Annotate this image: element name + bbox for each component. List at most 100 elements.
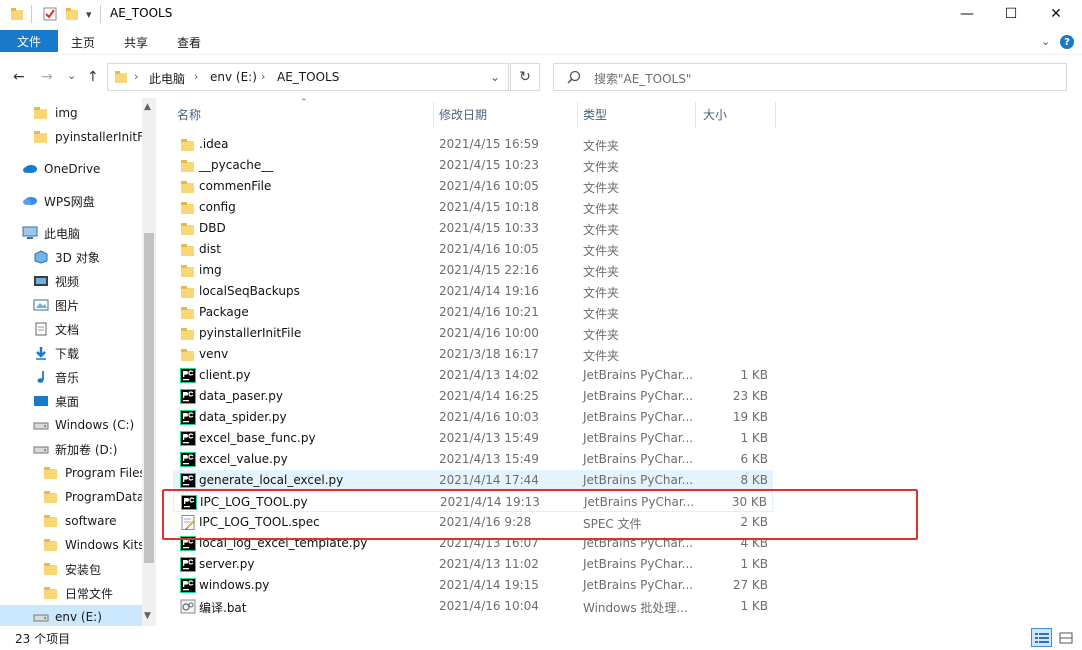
file-row[interactable]: localSeqBackups 2021/4/14 19:16 文件夹 (173, 281, 773, 302)
column-divider[interactable] (775, 102, 776, 128)
folder-icon (43, 490, 59, 504)
file-row[interactable]: data_paser.py 2021/4/14 16:25 JetBrains Py… (173, 386, 773, 407)
file-row[interactable]: dist 2021/4/16 10:05 文件夹 (173, 239, 773, 260)
new-folder-icon[interactable] (65, 5, 79, 23)
file-row[interactable]: data_spider.py 2021/4/16 10:03 JetBrains P… (173, 407, 773, 428)
file-row[interactable]: img 2021/4/15 22:16 文件夹 (173, 260, 773, 281)
file-row[interactable]: server.py 2021/4/13 11:02 JetBrains PyChar… (173, 554, 773, 575)
sidebar-item[interactable]: Windows (C:) (0, 413, 142, 437)
file-name: .idea (199, 137, 229, 151)
file-size: 4 KB (740, 536, 768, 550)
minimize-button[interactable]: — (944, 0, 990, 28)
file-type: JetBrains PyChar... (583, 431, 694, 445)
file-row[interactable]: generate_local_excel.py 2021/4/14 17:44 Je… (173, 470, 773, 491)
column-header-type[interactable]: 类型 (577, 98, 695, 130)
forward-button[interactable]: → (41, 69, 53, 85)
file-size: 2 KB (740, 515, 768, 529)
breadcrumb-separator[interactable]: › (194, 70, 198, 83)
properties-icon[interactable] (42, 5, 58, 23)
scroll-down-icon[interactable]: ▼ (144, 611, 151, 621)
scroll-up-icon[interactable]: ▲ (144, 102, 151, 112)
breadcrumb-separator[interactable]: › (134, 70, 138, 83)
sidebar-item[interactable]: env (E:) (0, 605, 142, 626)
tab-share[interactable]: 共享 (124, 34, 148, 51)
sidebar-item[interactable]: pyinstallerInitFi (0, 125, 147, 149)
file-row[interactable]: excel_value.py 2021/4/13 15:49 JetBrains P… (173, 449, 773, 470)
folder-icon (180, 158, 196, 173)
file-row[interactable]: client.py 2021/4/13 14:02 JetBrains PyChar… (173, 365, 773, 386)
sidebar-item[interactable]: OneDrive (0, 157, 142, 181)
sidebar-item[interactable]: 日常文件 (0, 581, 142, 605)
sidebar-item[interactable]: 此电脑 (0, 221, 142, 245)
ribbon-collapse-icon[interactable]: ⌄ (1041, 35, 1050, 48)
file-name: commenFile (199, 179, 272, 193)
quick-access-dropdown-icon[interactable]: ▾ (86, 5, 92, 23)
file-type: 文件夹 (583, 244, 620, 258)
scrollbar-thumb[interactable] (144, 233, 154, 563)
file-row[interactable]: windows.py 2021/4/14 19:15 JetBrains PyCha… (173, 575, 773, 596)
file-row[interactable]: commenFile 2021/4/16 10:05 文件夹 (173, 176, 773, 197)
close-button[interactable]: ✕ (1033, 0, 1079, 28)
column-header-size[interactable]: 大小 (697, 98, 775, 130)
column-header-date[interactable]: 修改日期 (433, 98, 577, 130)
column-divider[interactable] (695, 102, 696, 128)
sidebar-item[interactable]: Windows Kits (0, 533, 145, 557)
pycharm-file-icon (181, 495, 197, 510)
file-row[interactable]: excel_base_func.py 2021/4/13 15:49 JetBrai… (173, 428, 773, 449)
file-row[interactable]: pyinstallerInitFile 2021/4/16 10:00 文件夹 (173, 323, 773, 344)
sidebar-item[interactable]: software (0, 509, 142, 533)
file-row[interactable]: __pycache__ 2021/4/15 10:23 文件夹 (173, 155, 773, 176)
sidebar-item[interactable]: WPS网盘 (0, 189, 142, 213)
sidebar-item[interactable]: img (0, 101, 142, 125)
file-row[interactable]: config 2021/4/15 10:18 文件夹 (173, 197, 773, 218)
sidebar-item[interactable]: 安装包 (0, 557, 142, 581)
sidebar-item[interactable]: 音乐 (0, 365, 142, 389)
sidebar-item[interactable]: 图片 (0, 293, 142, 317)
picture-icon (33, 298, 49, 312)
window-title: AE_TOOLS (110, 6, 173, 20)
breadcrumb-separator[interactable]: › (261, 70, 265, 83)
address-dropdown-icon[interactable]: ⌄ (490, 70, 500, 84)
file-row[interactable]: DBD 2021/4/15 10:33 文件夹 (173, 218, 773, 239)
file-row[interactable]: IPC_LOG_TOOL.py 2021/4/14 19:13 JetBrains … (173, 491, 773, 512)
file-row[interactable]: Package 2021/4/16 10:21 文件夹 (173, 302, 773, 323)
file-name: dist (199, 242, 221, 256)
tab-view[interactable]: 查看 (177, 34, 201, 51)
sidebar-item[interactable]: 新加卷 (D:) (0, 437, 142, 461)
help-icon[interactable]: ? (1060, 35, 1074, 49)
sidebar-item[interactable]: 文档 (0, 317, 142, 341)
sidebar-item[interactable]: 下载 (0, 341, 142, 365)
address-bar[interactable]: › 此电脑 › env (E:) › AE_TOOLS ⌄ (107, 63, 509, 91)
sidebar-item[interactable]: 视频 (0, 269, 142, 293)
file-row[interactable]: venv 2021/3/18 16:17 文件夹 (173, 344, 773, 365)
refresh-button[interactable]: ↻ (510, 63, 540, 91)
column-header-name[interactable]: 名称 (171, 98, 435, 130)
sidebar-item-label: 桌面 (55, 394, 80, 409)
file-row[interactable]: local_log_excel_template.py 2021/4/13 16:… (173, 533, 773, 554)
tab-file[interactable]: 文件 (0, 30, 58, 52)
up-button[interactable]: ↑ (87, 69, 99, 85)
sidebar-scrollbar[interactable]: ▲ ▼ (142, 98, 156, 626)
sidebar-item[interactable]: Program Files (0, 461, 146, 485)
large-icons-view-button[interactable] (1055, 628, 1076, 647)
wps-cloud-icon (22, 194, 38, 208)
tab-home[interactable]: 主页 (71, 34, 95, 51)
file-row[interactable]: 编译.bat 2021/4/16 10:04 Windows 批处理... 1 KB (173, 596, 773, 617)
details-view-button[interactable] (1031, 628, 1052, 647)
sidebar-item[interactable]: 桌面 (0, 389, 142, 413)
breadcrumb-this-pc[interactable]: 此电脑 (149, 70, 185, 87)
folder-icon (180, 284, 196, 299)
breadcrumb-env-drive[interactable]: env (E:) (210, 70, 257, 84)
search-input[interactable]: 搜索"AE_TOOLS" (553, 63, 1067, 91)
file-row[interactable]: IPC_LOG_TOOL.spec 2021/4/16 9:28 SPEC 文件 2 … (173, 512, 773, 533)
recent-locations-icon[interactable]: ⌄ (67, 69, 76, 82)
file-name: venv (199, 347, 229, 361)
file-row[interactable]: .idea 2021/4/15 16:59 文件夹 (173, 134, 773, 155)
title-bar: ▾ AE_TOOLS — ☐ ✕ (0, 0, 1082, 28)
breadcrumb-ae-tools[interactable]: AE_TOOLS (277, 70, 339, 84)
sidebar-item[interactable]: 3D 对象 (0, 245, 142, 269)
maximize-button[interactable]: ☐ (988, 0, 1034, 28)
sidebar-item[interactable]: ProgramData (0, 485, 144, 509)
back-button[interactable]: ← (13, 69, 25, 85)
sidebar-item-label: env (E:) (55, 610, 102, 624)
